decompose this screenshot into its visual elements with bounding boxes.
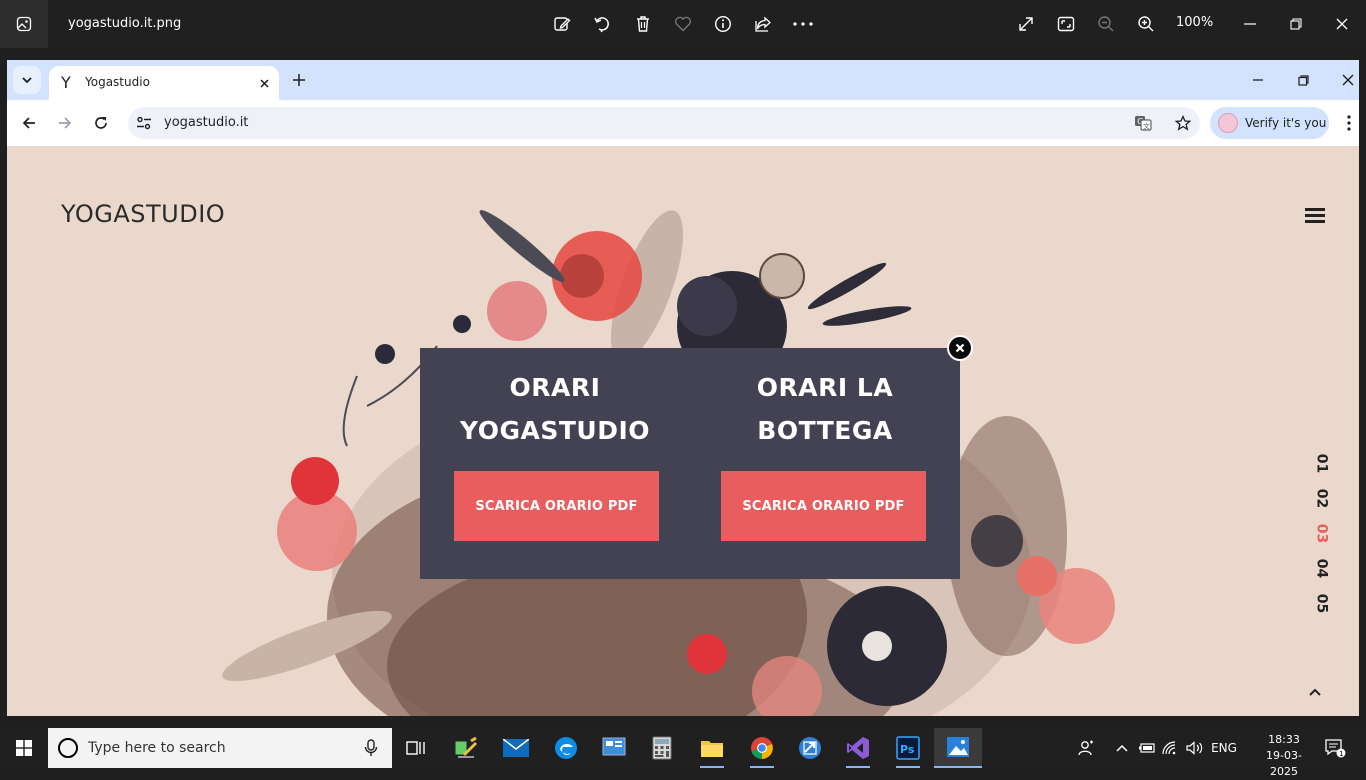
new-tab-icon[interactable] <box>287 68 311 92</box>
fullscreen-icon[interactable] <box>1014 12 1038 36</box>
modal-heading-bottega: ORARI LA BOTTEGA <box>690 366 960 452</box>
address-bar[interactable]: yogastudio.it G文 <box>128 107 1200 139</box>
site-logo[interactable]: YOGASTUDIO <box>61 200 225 228</box>
bookmark-star-icon[interactable] <box>1173 113 1193 133</box>
battery-icon[interactable] <box>1136 728 1158 768</box>
download-bottega-pdf-button[interactable]: SCARICA ORARIO PDF <box>721 471 926 541</box>
heading-line: ORARI <box>509 373 601 402</box>
slide-01[interactable]: 01 <box>1295 449 1330 479</box>
browser-window: Y Yogastudio yogastudio.it G 文 Verify it… <box>7 60 1359 716</box>
search-placeholder: Type here to search <box>88 740 226 756</box>
cortana-icon <box>58 738 78 758</box>
edit-image-icon[interactable] <box>550 12 574 36</box>
language-indicator[interactable]: ENG <box>1208 728 1240 768</box>
viewer-close-icon[interactable] <box>1330 12 1354 36</box>
zoom-out-icon[interactable] <box>1094 12 1118 36</box>
task-view-icon[interactable] <box>392 728 440 768</box>
taskbar-search-box[interactable]: Type here to search <box>48 728 392 768</box>
modal-close-icon[interactable] <box>947 335 973 361</box>
visual-studio-icon[interactable] <box>834 728 882 768</box>
heading-line: BOTTEGA <box>757 416 893 445</box>
tab-favicon: Y <box>61 73 71 92</box>
system-clock[interactable]: 18:33 19-03-2025 <box>1258 732 1310 780</box>
profile-avatar <box>1218 113 1238 133</box>
people-icon[interactable] <box>1076 728 1098 768</box>
info-icon[interactable] <box>711 12 735 36</box>
clock-time: 18:33 <box>1268 733 1300 746</box>
photoshop-icon[interactable]: Ps <box>884 728 932 768</box>
browser-menu-icon[interactable] <box>1339 112 1359 134</box>
slide-02[interactable]: 02 <box>1295 484 1330 514</box>
edge-browser-icon[interactable] <box>542 728 590 768</box>
mail-icon[interactable] <box>492 728 540 768</box>
back-arrow-icon[interactable] <box>17 111 41 135</box>
notification-badge: 1 <box>1339 750 1343 758</box>
remote-app-icon[interactable] <box>786 728 834 768</box>
modal-column-bottega: ORARI LA BOTTEGA SCARICA ORARIO PDF <box>690 348 960 579</box>
windows-taskbar: Type here to search Ps ENG 18:33 19-03-2… <box>0 728 1366 778</box>
scroll-to-top-icon[interactable] <box>1305 684 1325 700</box>
tab-search-button[interactable] <box>13 66 41 94</box>
website-page: YOGASTUDIO 01 02 03 04 05 ORARI YOGASTUD… <box>7 146 1359 716</box>
browser-toolbar: yogastudio.it G文 Verify it's you <box>7 100 1359 146</box>
windows-start-icon[interactable] <box>0 728 48 768</box>
heading-line: YOGASTUDIO <box>460 416 650 445</box>
zoom-in-icon[interactable] <box>1134 12 1158 36</box>
notification-center-icon[interactable]: 1 <box>1320 728 1350 768</box>
tab-close-icon[interactable] <box>254 73 274 93</box>
chrome-browser-icon[interactable] <box>738 728 786 768</box>
tab-yogastudio[interactable]: Y Yogastudio <box>49 66 279 100</box>
modal-column-yogastudio: ORARI YOGASTUDIO SCARICA ORARIO PDF <box>420 348 690 579</box>
url-text[interactable]: yogastudio.it <box>164 115 248 130</box>
modal-heading-yogastudio: ORARI YOGASTUDIO <box>420 366 690 452</box>
slide-05[interactable]: 05 <box>1295 589 1330 619</box>
slide-03[interactable]: 03 <box>1295 519 1330 549</box>
fit-to-window-icon[interactable] <box>1054 12 1078 36</box>
viewer-minimize-icon[interactable] <box>1238 12 1262 36</box>
zoom-level[interactable]: 100% <box>1176 15 1213 30</box>
download-yogastudio-pdf-button[interactable]: SCARICA ORARIO PDF <box>454 471 659 541</box>
wifi-icon[interactable] <box>1160 728 1182 768</box>
verify-label: Verify it's you <box>1245 116 1327 130</box>
tab-title: Yogastudio <box>85 75 150 89</box>
more-options-icon[interactable] <box>791 12 815 36</box>
microphone-icon[interactable] <box>363 739 379 757</box>
file-name: yogastudio.it.png <box>68 16 182 31</box>
control-panel-icon[interactable] <box>590 728 638 768</box>
viewer-restore-icon[interactable] <box>1284 12 1308 36</box>
verify-its-you-button[interactable]: Verify it's you <box>1210 107 1329 139</box>
slide-04[interactable]: 04 <box>1295 554 1330 584</box>
svg-text:文: 文 <box>1143 122 1150 131</box>
rotate-icon[interactable] <box>590 12 614 36</box>
calculator-icon[interactable] <box>638 728 686 768</box>
tools-app-icon[interactable] <box>442 728 490 768</box>
clock-date: 19-03-2025 <box>1266 749 1302 778</box>
reload-icon[interactable] <box>89 111 113 135</box>
file-explorer-icon[interactable] <box>688 728 736 768</box>
photo-viewer-toolbar: yogastudio.it.png 100% <box>0 0 1366 48</box>
hamburger-menu-icon[interactable] <box>1305 208 1325 224</box>
photos-app-icon[interactable] <box>0 0 48 48</box>
share-icon[interactable] <box>751 12 775 36</box>
delete-icon[interactable] <box>631 12 655 36</box>
heading-line: ORARI LA <box>756 373 894 402</box>
site-info-icon[interactable] <box>136 115 152 131</box>
svg-text:Ps: Ps <box>900 743 915 756</box>
tab-strip: Y Yogastudio <box>7 60 1359 100</box>
browser-close-icon[interactable] <box>1336 68 1359 92</box>
browser-minimize-icon[interactable] <box>1246 68 1270 92</box>
forward-arrow-icon[interactable] <box>53 111 77 135</box>
translate-icon[interactable]: G文 <box>1133 113 1153 133</box>
browser-maximize-icon[interactable] <box>1291 68 1315 92</box>
show-hidden-icons-chevron-icon[interactable] <box>1112 728 1132 768</box>
schedule-modal: ORARI YOGASTUDIO SCARICA ORARIO PDF ORAR… <box>420 348 960 579</box>
volume-icon[interactable] <box>1184 728 1206 768</box>
favorite-heart-icon[interactable] <box>671 12 695 36</box>
slide-navigation: 01 02 03 04 05 <box>1295 446 1330 621</box>
photos-app-taskbar-icon[interactable] <box>934 728 982 768</box>
